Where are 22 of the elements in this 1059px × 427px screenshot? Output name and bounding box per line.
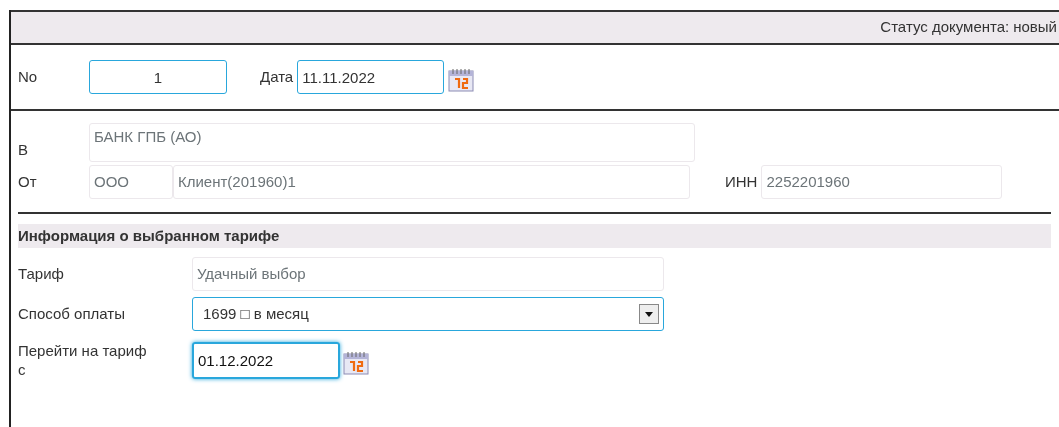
payment-label: Способ оплаты <box>18 303 126 324</box>
from-name-field: Клиент(201960)1 <box>173 165 690 199</box>
switch-date-field[interactable]: 01.12.2022 <box>192 341 340 379</box>
to-field: БАНК ГПБ (АО) <box>89 123 695 162</box>
tariff-label: Тариф <box>18 263 65 284</box>
from-label: От <box>18 171 38 192</box>
date-field[interactable]: 11.11.2022 <box>297 60 445 94</box>
tariff-field: Удачный выбор <box>192 257 664 291</box>
inn-field: 2252201960 <box>761 165 1003 199</box>
section-header: Информация о выбранном тарифе <box>18 224 1051 248</box>
number-field[interactable]: 1 <box>89 60 227 94</box>
from-form-field: ООО <box>89 165 173 199</box>
calendar-icon[interactable] <box>343 351 369 375</box>
switch-date-label: Перейти на тариф с <box>18 341 148 379</box>
status-label: Статус документа: <box>880 17 1010 38</box>
to-label: В <box>18 140 29 160</box>
calendar-icon[interactable] <box>448 68 475 92</box>
date-label: Дата <box>260 66 294 87</box>
status-value: новый <box>1013 17 1057 38</box>
inn-label: ИНН <box>725 171 758 192</box>
number-label: No <box>18 66 39 87</box>
payment-select[interactable]: 1699 □ в месяц <box>192 297 664 331</box>
